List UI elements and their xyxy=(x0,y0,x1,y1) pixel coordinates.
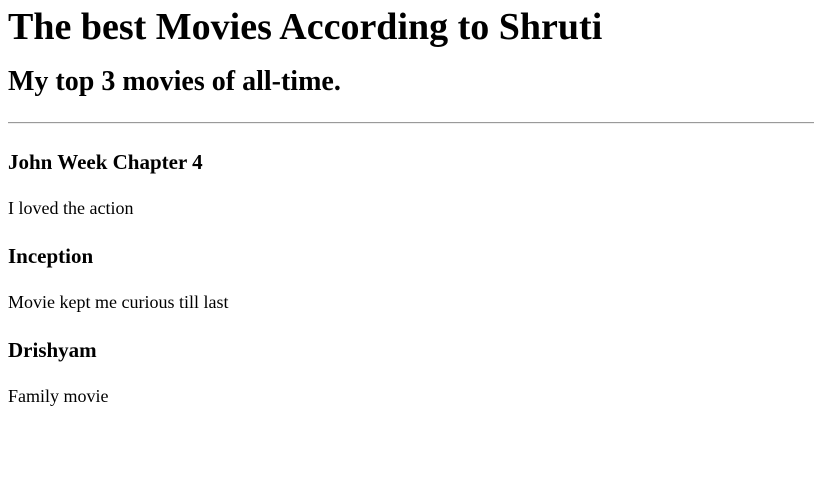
page-subtitle: My top 3 movies of all-time. xyxy=(8,66,341,97)
movie-review: Family movie xyxy=(8,386,109,406)
divider xyxy=(8,122,814,124)
movie-review: Movie kept me curious till last xyxy=(8,292,229,312)
movie-title: Inception xyxy=(8,244,94,268)
movie-title: Drishyam xyxy=(8,338,97,362)
movie-item: Inception Movie kept me curious till las… xyxy=(8,244,814,313)
movie-item: Drishyam Family movie xyxy=(8,338,814,407)
movie-title: John Week Chapter 4 xyxy=(8,150,203,174)
page-title: The best Movies According to Shruti xyxy=(8,6,603,48)
movie-review: I loved the action xyxy=(8,198,134,218)
movie-list: John Week Chapter 4 I loved the action I… xyxy=(8,150,814,407)
movie-item: John Week Chapter 4 I loved the action xyxy=(8,150,814,219)
